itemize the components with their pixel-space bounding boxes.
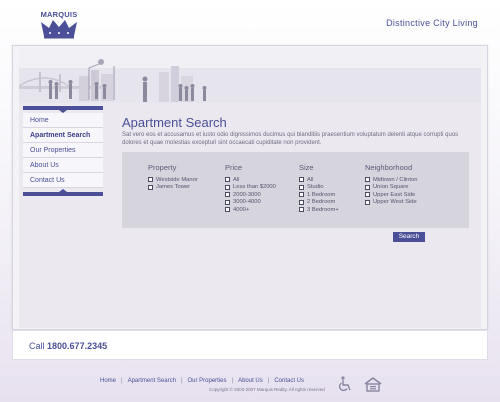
filter-option[interactable]: 2000-3000: [225, 191, 276, 199]
filter-option[interactable]: Less than $2000: [225, 184, 276, 192]
checkbox[interactable]: [225, 192, 230, 198]
search-button[interactable]: Search: [393, 232, 425, 242]
footer-nav: Home | Apartment Search | Our Properties | Abo…: [100, 378, 304, 384]
call-label: Call 1800.677.2345: [29, 341, 107, 351]
sidebar-item-our-properties[interactable]: Our Properties: [23, 143, 103, 158]
filter-heading-price: Price: [225, 163, 243, 172]
checkbox[interactable]: [365, 184, 370, 190]
crown-icon: [41, 20, 77, 39]
checkbox[interactable]: [365, 199, 370, 205]
intro-text: Sat vero eos et accusamus et iusto odio …: [122, 132, 459, 146]
footer-separator: |: [121, 378, 123, 384]
call-text: Call: [29, 341, 45, 351]
sidebar-item-about-us[interactable]: About Us: [23, 158, 103, 173]
filter-option[interactable]: 3 Bedroom+: [299, 206, 339, 214]
search-filter-panel: Property Westside Manor James Tower Pric…: [122, 152, 469, 228]
call-bar: Call 1800.677.2345: [12, 330, 488, 360]
filter-option[interactable]: Upper East Side: [365, 191, 417, 199]
footer-link-about-us[interactable]: About Us: [238, 378, 263, 384]
logo-text: MARQUIS: [40, 10, 78, 19]
filter-option[interactable]: 2 Bedroom: [299, 199, 339, 207]
tagline: Distinctive City Living: [386, 18, 478, 28]
filter-option[interactable]: 4000+: [225, 206, 276, 214]
filter-option[interactable]: James Tower: [148, 184, 198, 192]
filter-option[interactable]: Union Square: [365, 184, 417, 192]
checkbox[interactable]: [365, 192, 370, 198]
checkbox[interactable]: [299, 177, 304, 183]
sidebar-item-home[interactable]: Home: [23, 113, 103, 128]
footer-link-our-properties[interactable]: Our Properties: [188, 378, 227, 384]
footer-separator: |: [267, 378, 270, 384]
filter-group-size: Size All Studio 1 Bedroom 2 Bedroom 3 Be…: [299, 163, 339, 214]
checkbox[interactable]: [299, 192, 304, 198]
city-skyline-banner: [19, 48, 481, 110]
filter-option[interactable]: Upper West Side: [365, 199, 417, 207]
checkbox[interactable]: [148, 184, 153, 190]
phone-number[interactable]: 1800.677.2345: [47, 341, 107, 351]
checkbox[interactable]: [225, 199, 230, 205]
checkbox[interactable]: [225, 177, 230, 183]
footer-separator: |: [231, 378, 234, 384]
footer-link-apartment-search[interactable]: Apartment Search: [128, 378, 176, 384]
filter-group-neighborhood: Neighborhood Midtown / Clinton Union Squ…: [365, 163, 417, 206]
footer-link-contact-us[interactable]: Contact Us: [274, 378, 304, 384]
footer-link-home[interactable]: Home: [100, 378, 116, 384]
sidebar-nav: Home Apartment Search Our Properties Abo…: [23, 106, 103, 196]
checkbox[interactable]: [148, 177, 153, 183]
header: MARQUIS Distinctive City Living: [0, 0, 500, 48]
filter-option[interactable]: Westside Manor: [148, 176, 198, 184]
logo[interactable]: MARQUIS: [38, 10, 80, 40]
checkbox[interactable]: [365, 177, 370, 183]
copyright: Copyright © 2003-2007 Marquis Realty. Al…: [209, 387, 325, 392]
checkbox[interactable]: [225, 207, 230, 213]
sidebar-bottom-bar: [23, 189, 103, 196]
footer-separator: |: [180, 378, 183, 384]
filter-option[interactable]: Studio: [299, 184, 339, 192]
main-frame: Home Apartment Search Our Properties Abo…: [12, 45, 488, 330]
filter-group-price: Price All Less than $2000 2000-3000 3000…: [225, 163, 276, 214]
page-title: Apartment Search: [122, 115, 227, 130]
filter-heading-property: Property: [148, 163, 177, 172]
equal-housing-icon: [364, 377, 382, 392]
filter-option[interactable]: 3000-4000: [225, 199, 276, 207]
sidebar-item-contact-us[interactable]: Contact Us: [23, 173, 103, 188]
filter-option[interactable]: 1 Bedroom: [299, 191, 339, 199]
filter-heading-size: Size: [299, 163, 314, 172]
filter-heading-neighborhood: Neighborhood: [365, 163, 413, 172]
wheelchair-accessibility-icon: [339, 376, 351, 391]
filter-option[interactable]: All: [225, 176, 276, 184]
sidebar-top-bar: [23, 106, 103, 113]
filter-option[interactable]: All: [299, 176, 339, 184]
checkbox[interactable]: [299, 199, 304, 205]
sidebar-item-apartment-search[interactable]: Apartment Search: [23, 128, 103, 143]
filter-group-property: Property Westside Manor James Tower: [148, 163, 198, 191]
filter-option[interactable]: Midtown / Clinton: [365, 176, 417, 184]
checkbox[interactable]: [299, 184, 304, 190]
checkbox[interactable]: [225, 184, 230, 190]
checkbox[interactable]: [299, 207, 304, 213]
